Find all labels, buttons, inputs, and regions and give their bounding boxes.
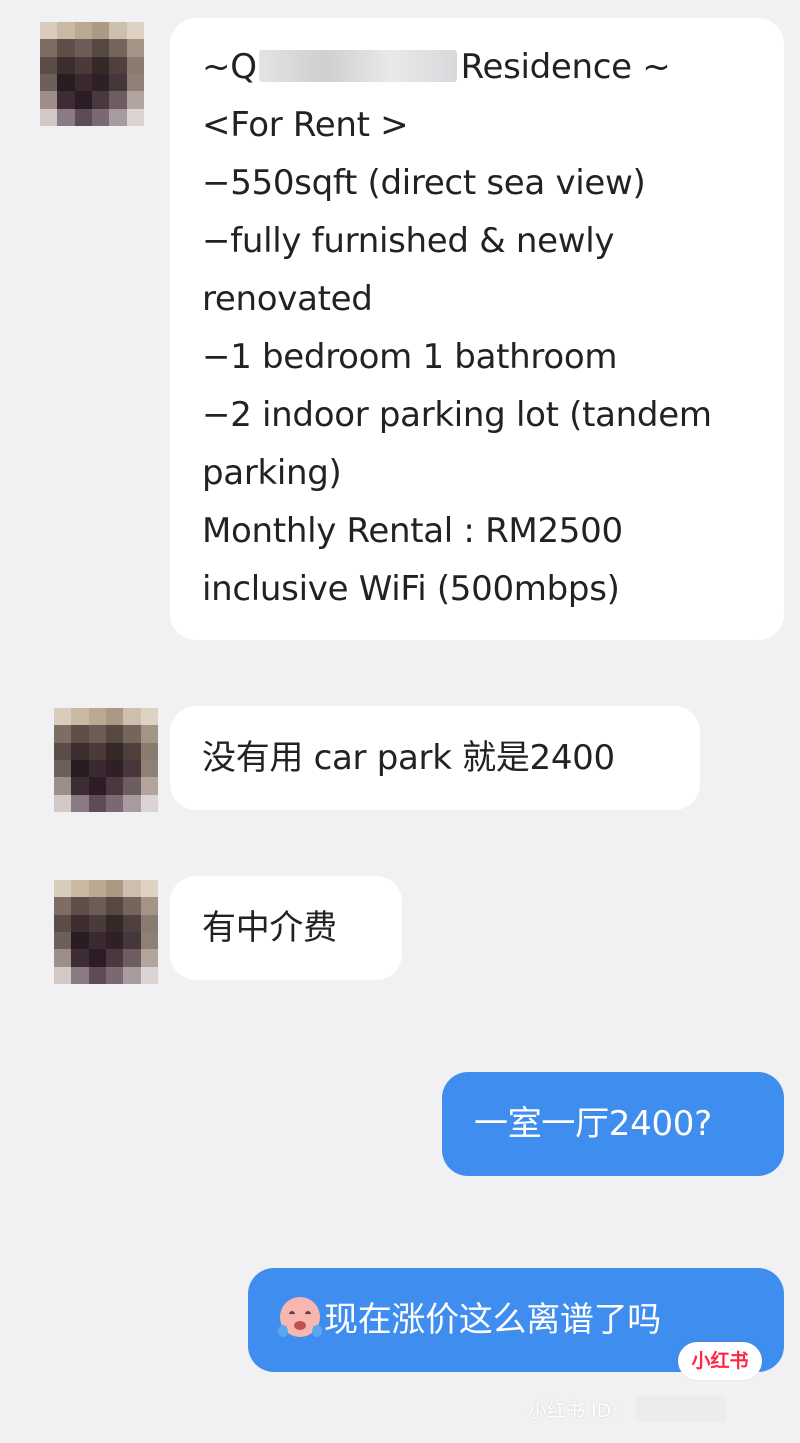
message-bubble[interactable]: 没有用 car park 就是2400 <box>170 706 700 810</box>
message-line: −550sqft (direct sea view) <box>202 163 646 203</box>
sender-avatar[interactable] <box>40 22 144 126</box>
message-line: <For Rent > <box>202 105 409 145</box>
message-line: −fully furnished & newly <box>202 221 615 261</box>
redacted-id <box>636 1396 726 1422</box>
message-line: inclusive WiFi (500mbps) <box>202 569 620 609</box>
message-line: −2 indoor parking lot (tandem <box>202 395 712 435</box>
crying-face-icon <box>278 1297 322 1337</box>
message-line: renovated <box>202 279 373 319</box>
message-line: parking) <box>202 453 342 493</box>
message-bubble-outgoing[interactable]: 一室一厅2400? <box>442 1072 784 1176</box>
message-text: 一室一厅2400? <box>474 1104 712 1144</box>
xiaohongshu-logo: 小红书 <box>678 1342 762 1380</box>
message-text-with-emoji: 现在涨价这么离谱了吗 <box>278 1291 784 1349</box>
message-text: 有中介费 <box>202 908 337 948</box>
sender-avatar[interactable] <box>54 708 158 812</box>
watermark-id-label: 小红书 ID: <box>528 1400 618 1422</box>
sender-avatar[interactable] <box>54 880 158 984</box>
message-line: −1 bedroom 1 bathroom <box>202 337 618 377</box>
message-bubble-listing[interactable]: ~Q Residence ~ <For Rent > −550sqft (dire… <box>170 18 784 640</box>
redacted-text <box>258 50 457 82</box>
message-text: 没有用 car park 就是2400 <box>202 738 615 778</box>
message-bubble[interactable]: 有中介费 <box>170 876 402 980</box>
message-line: Monthly Rental : RM2500 <box>202 511 623 551</box>
message-line: ~Q Residence ~ <box>202 47 671 87</box>
